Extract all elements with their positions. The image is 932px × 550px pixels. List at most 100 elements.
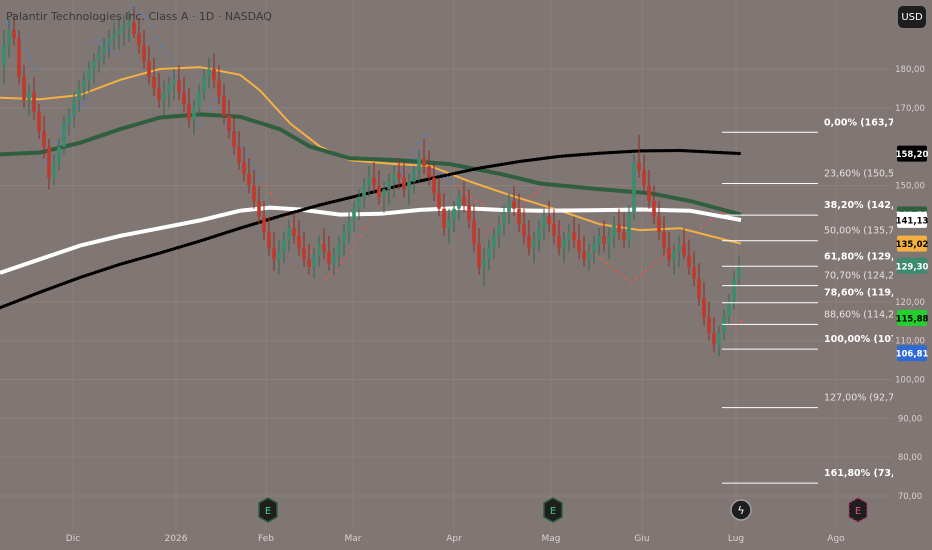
candle-body [172,80,176,85]
sar-dot [329,273,333,276]
candle-body [267,232,271,248]
price-tick-label: 90,00 [898,414,922,424]
sar-dot [114,52,118,55]
sar-dot [559,226,563,230]
candle-body [297,235,301,248]
candle-body [102,45,106,54]
candle-body [92,61,96,69]
candle-body [492,235,496,248]
time-axis[interactable]: Dic 2026 Feb Mar Apr Mag Giu Lug Ago [66,534,845,544]
earnings-marker[interactable]: E [258,497,278,523]
price-axis[interactable]: 180,00170,00150,00120,00110,00100,0090,0… [893,0,932,550]
sar-dot [604,261,608,265]
candle-body [347,220,351,233]
candle-body [277,251,281,260]
sar-dot [364,226,368,230]
sar-dot [709,219,713,222]
chart-background [0,0,932,550]
sar-dot [324,277,328,280]
candle-body [432,177,436,194]
candle-body [457,197,461,209]
candle-body [312,255,316,267]
candle-body [12,30,16,38]
candle-body [322,243,326,252]
candle-body [177,80,181,93]
sar-dot [699,226,703,230]
candle-body [732,278,736,302]
candle-body [667,247,671,260]
candle-body [442,208,446,229]
candle-body [222,96,226,116]
sar-dot [564,230,568,234]
time-tick-label: Feb [258,534,274,544]
candle-body [702,298,706,318]
candle-body [237,146,241,163]
candle-body [147,61,151,77]
candle-body [547,216,551,225]
candle-body [117,30,121,35]
candle-body [167,84,171,93]
candle-body [512,200,516,209]
sar-dot [59,129,63,133]
sar-dot [174,75,178,78]
earnings-marker-upcoming[interactable]: E [848,497,868,523]
currency-button[interactable]: USD [898,6,926,28]
candle-body [127,22,131,27]
sar-dot [34,67,38,71]
sar-dot [599,258,603,261]
sar-dot [499,219,503,222]
candle-body [562,239,566,248]
candle-body [607,235,611,244]
fib-level-label: 70,70% (124,20) [824,271,904,282]
price-chart[interactable]: 0,00% (163,70)23,60% (150,51)38,20% (142… [0,0,932,550]
sar-dot [664,254,668,257]
candle-body [727,301,731,318]
price-axis-background [893,0,932,550]
candle-body [472,220,476,244]
sar-dot [634,277,638,280]
candle-body [577,239,581,252]
candle-body [7,30,11,46]
candle-body [447,220,451,229]
time-tick-label: Apr [446,534,462,544]
sar-dot [354,242,358,245]
candle-body [372,177,376,186]
candle-body [422,158,426,167]
earnings-marker[interactable]: E [543,497,563,523]
candle-body [87,69,91,81]
candle-body [427,166,431,178]
candle-body [247,173,251,186]
candle-body [22,76,26,101]
candle-body [517,208,521,225]
candle-body [497,224,501,236]
sar-dot [534,192,538,195]
sar-dot [584,246,588,249]
sar-dot [449,180,453,183]
candle-body [77,88,81,101]
candle-body [397,173,401,178]
candle-body [242,162,246,174]
candle-body [162,92,166,101]
price-tick-label: 150,00 [895,181,925,191]
candle-body [452,208,456,221]
event-marker[interactable]: ϟ [730,499,752,521]
sar-dot [674,246,678,249]
time-tick-label: Mar [345,534,362,544]
sar-dot [454,184,458,187]
sar-dot [459,188,463,191]
sar-dot [44,160,48,164]
candle-body [402,177,406,190]
candle-body [107,37,111,46]
candle-body [717,332,721,345]
candle-body [302,247,306,260]
price-tag-label: 135,02 [896,240,929,250]
sar-dot [704,223,708,226]
candle-body [207,69,211,77]
candle-body [582,251,586,260]
candle-body [632,162,636,213]
fib-level-label: 50,00% (135,77) [824,226,904,237]
earnings-icon: E [265,506,271,517]
sar-dot [689,234,693,238]
lightning-icon: ϟ [737,504,744,517]
candle-body [382,189,386,198]
